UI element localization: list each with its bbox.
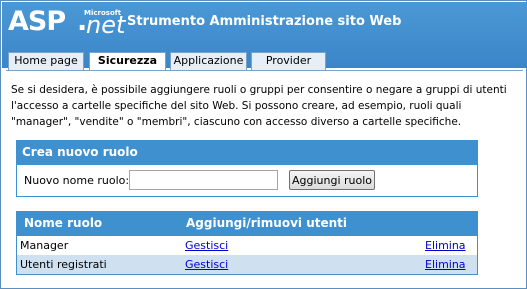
roles-table: Manager Gestisci Elimina Utenti registra… bbox=[16, 236, 478, 275]
manage-link[interactable]: Gestisci bbox=[185, 236, 228, 255]
new-role-label: Nuovo nome ruolo: bbox=[24, 174, 130, 187]
table-row: Utenti registrati Gestisci Elimina bbox=[17, 255, 477, 274]
table-row: Manager Gestisci Elimina bbox=[17, 236, 477, 255]
create-role-panel: Nuovo nome ruolo: Aggiungi ruolo bbox=[16, 165, 478, 197]
role-name: Manager bbox=[20, 239, 69, 252]
tab-home[interactable]: Home page bbox=[8, 52, 84, 70]
intro-text: Se si desidera, è possibile aggiungere r… bbox=[11, 84, 507, 128]
delete-link[interactable]: Elimina bbox=[425, 255, 466, 274]
logo-asp-text: ASP bbox=[8, 6, 66, 37]
column-manage-users: Aggiungi/rimuovi utenti bbox=[186, 216, 347, 230]
column-role-name: Nome ruolo bbox=[24, 216, 103, 230]
admin-window: ASP Microsoft . net Strumento Amministra… bbox=[0, 0, 527, 289]
app-title: Strumento Amministrazione sito Web bbox=[127, 14, 402, 29]
create-role-heading: Crea nuovo ruolo bbox=[16, 140, 478, 165]
manage-link[interactable]: Gestisci bbox=[185, 255, 228, 274]
new-role-input[interactable] bbox=[129, 170, 278, 190]
roles-table-header: Nome ruolo Aggiungi/rimuovi utenti bbox=[16, 211, 478, 236]
add-role-button[interactable]: Aggiungi ruolo bbox=[289, 170, 375, 190]
delete-link[interactable]: Elimina bbox=[425, 236, 466, 255]
logo-net-text: net bbox=[86, 11, 126, 39]
tab-provider[interactable]: Provider bbox=[251, 52, 326, 70]
tab-security[interactable]: Sicurezza bbox=[89, 52, 166, 71]
role-name: Utenti registrati bbox=[20, 258, 107, 271]
tab-application[interactable]: Applicazione bbox=[170, 52, 247, 70]
